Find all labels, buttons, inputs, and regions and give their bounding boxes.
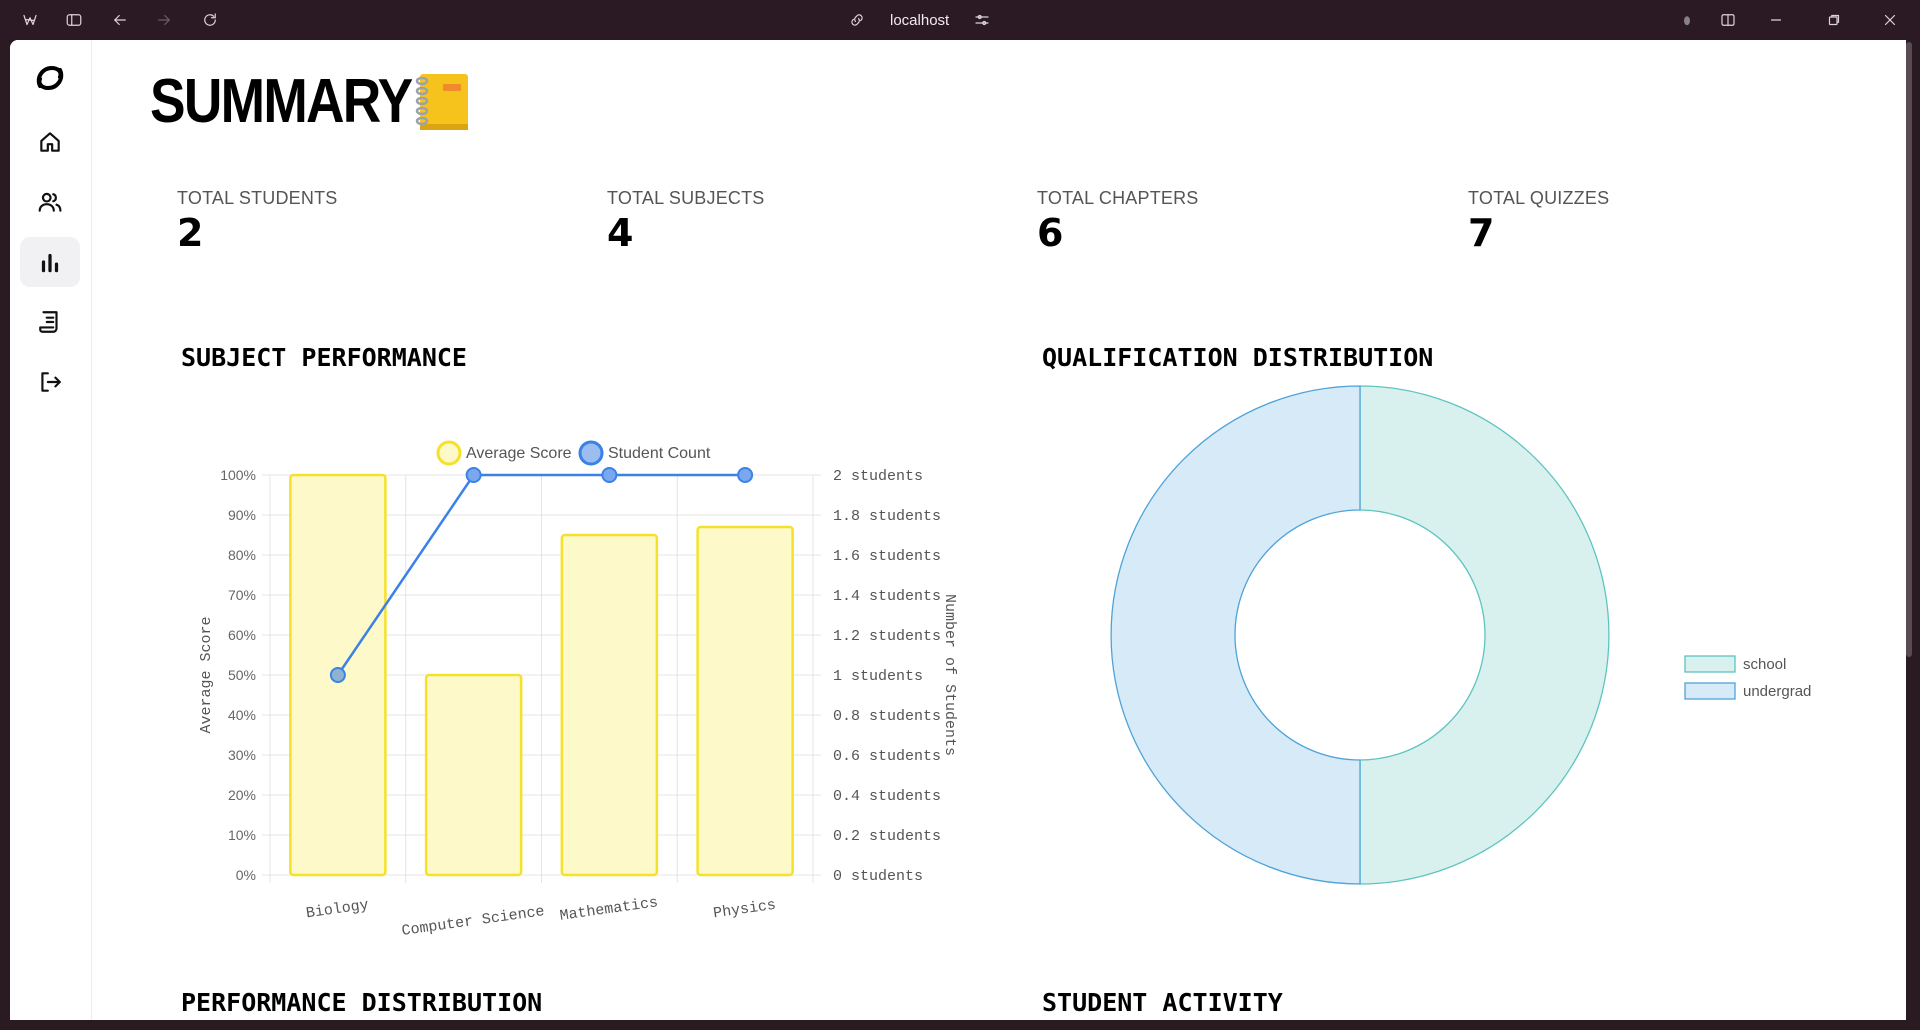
sidebar-item-summary[interactable]: [20, 237, 80, 287]
y2-tick-label: 0.8 students: [833, 708, 941, 725]
restore-icon[interactable]: [1822, 8, 1846, 32]
section-title-qualification-distribution: QUALIFICATION DISTRIBUTION: [1042, 343, 1434, 372]
pie-slice[interactable]: [1359, 385, 1610, 885]
stat-label: TOTAL QUIZZES: [1468, 188, 1610, 208]
logout-icon: [41, 372, 61, 392]
y-tick-label: 20%: [228, 787, 256, 803]
stat-total-subjects: TOTAL SUBJECTS 4: [607, 188, 765, 255]
line-point[interactable]: [465, 467, 482, 483]
pie-slice[interactable]: [1110, 385, 1361, 885]
users-icon: [38, 192, 62, 212]
section-title-subject-performance: SUBJECT PERFORMANCE: [181, 343, 467, 372]
section-title-student-activity: STUDENT ACTIVITY: [1042, 988, 1283, 1017]
page-title: SUMMARY: [150, 67, 413, 136]
legend-swatch[interactable]: [1684, 655, 1736, 673]
section-title-performance-distribution: PERFORMANCE DISTRIBUTION: [181, 988, 543, 1017]
browser-logo-icon[interactable]: [18, 8, 42, 32]
receipt-icon: [39, 311, 58, 333]
x-tick-label: Mathematics: [559, 894, 659, 925]
y-tick-label: 100%: [220, 467, 256, 483]
split-view-icon[interactable]: [1716, 8, 1740, 32]
site-settings-icon[interactable]: [973, 11, 991, 29]
scrollbar-thumb[interactable]: [1906, 42, 1912, 657]
extension-icon[interactable]: [1675, 8, 1699, 32]
forward-icon[interactable]: [152, 8, 176, 32]
close-icon[interactable]: [1878, 8, 1902, 32]
y-tick-label: 80%: [228, 547, 256, 563]
y2-axis-title: Number of Students: [941, 594, 958, 756]
y-tick-label: 60%: [228, 627, 256, 643]
stat-label: TOTAL STUDENTS: [177, 188, 338, 208]
x-tick-label: Physics: [712, 897, 777, 923]
home-icon: [40, 132, 60, 152]
stat-label: TOTAL CHAPTERS: [1037, 188, 1199, 208]
y-tick-label: 70%: [228, 587, 256, 603]
line-point[interactable]: [737, 467, 754, 483]
address-bar[interactable]: localhost: [848, 8, 991, 32]
stat-value: 2: [177, 211, 204, 255]
legend-swatch[interactable]: [1684, 682, 1736, 700]
sidebar-item-home[interactable]: [20, 117, 80, 167]
legend-label[interactable]: undergrad: [1743, 683, 1811, 700]
legend-label[interactable]: Student Count: [608, 445, 711, 462]
y2-tick-label: 1.2 students: [833, 628, 941, 645]
back-icon[interactable]: [108, 8, 132, 32]
bar[interactable]: [560, 533, 659, 877]
minimize-icon[interactable]: [1764, 8, 1788, 32]
bar[interactable]: [424, 673, 523, 877]
sidebar-item-quizzes[interactable]: [20, 297, 80, 347]
sidebar-item-users[interactable]: [20, 177, 80, 227]
x-tick-label: Biology: [305, 897, 370, 923]
link-icon: [851, 14, 863, 26]
bar[interactable]: [696, 525, 794, 877]
legend-label[interactable]: school: [1743, 656, 1786, 673]
y2-tick-label: 0.6 students: [833, 748, 941, 765]
y-axis-title: Average Score: [198, 616, 215, 733]
browser-toolbar: localhost: [0, 0, 1920, 40]
stat-total-quizzes: TOTAL QUIZZES 7: [1468, 188, 1609, 255]
y2-tick-label: 2 students: [833, 468, 923, 485]
notebook-emoji-icon: [415, 74, 468, 130]
subject-performance-chart: 0% 10% 20% 30% 40% 50% 60% 70% 80% 90% 100% 0 stude…: [198, 440, 958, 940]
sidebar: [10, 40, 92, 1020]
y2-tick-label: 1.8 students: [833, 508, 941, 525]
y2-tick-label: 1.4 students: [833, 588, 941, 605]
y2-tick-label: 0.2 students: [833, 828, 941, 845]
y-tick-label: 40%: [228, 707, 256, 723]
legend-swatch[interactable]: [436, 440, 462, 466]
stat-label: TOTAL SUBJECTS: [607, 188, 765, 208]
app-logo-icon[interactable]: [32, 60, 68, 96]
bar-chart-icon: [41, 253, 59, 273]
y-tick-label: 90%: [228, 507, 256, 523]
y2-tick-label: 1 students: [833, 668, 923, 685]
page-viewport: SUMMARY TOTAL STUDENTS 2 TOTAL SUBJECTS …: [10, 40, 1906, 1020]
stat-value: 4: [607, 211, 634, 255]
legend-label[interactable]: Average Score: [466, 445, 572, 462]
url-text[interactable]: localhost: [876, 12, 963, 29]
y2-tick-label: 1.6 students: [833, 548, 941, 565]
stat-value: 7: [1468, 211, 1495, 255]
sidebar-item-logout[interactable]: [20, 357, 80, 407]
stat-total-chapters: TOTAL CHAPTERS 6: [1037, 188, 1199, 255]
x-tick-label: Computer Science: [401, 903, 546, 940]
y-tick-label: 10%: [228, 827, 256, 843]
y-tick-label: 30%: [228, 747, 256, 763]
y2-tick-label: 0 students: [833, 868, 923, 885]
line-point[interactable]: [601, 467, 618, 483]
legend-swatch[interactable]: [578, 440, 604, 466]
stat-total-students: TOTAL STUDENTS 2: [177, 188, 338, 255]
y2-tick-label: 0.4 students: [833, 788, 941, 805]
y-tick-label: 50%: [228, 667, 256, 683]
stat-value: 6: [1037, 211, 1064, 255]
y-tick-label: 0%: [236, 867, 256, 883]
reload-icon[interactable]: [198, 8, 222, 32]
line-point[interactable]: [329, 667, 346, 683]
qualification-distribution-chart: school undergrad: [1110, 385, 1811, 885]
sidebar-toggle-icon[interactable]: [62, 8, 86, 32]
